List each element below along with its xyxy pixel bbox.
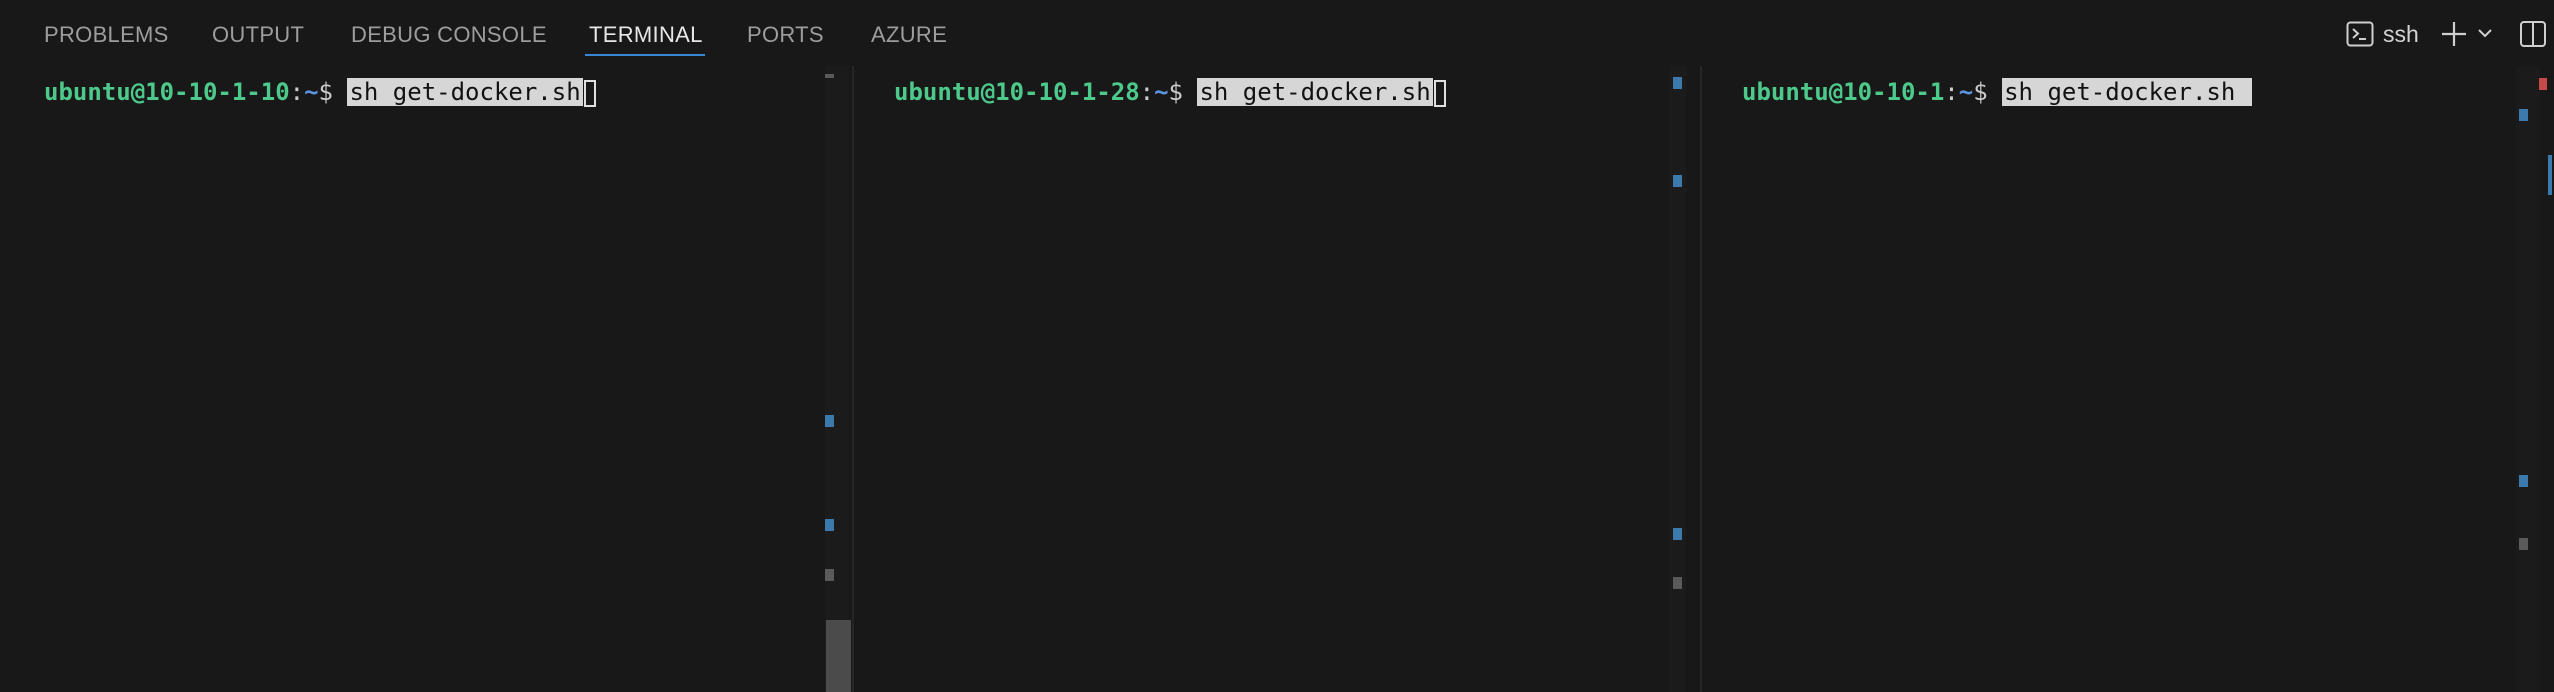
terminal-2-overview-mark xyxy=(1673,77,1682,89)
terminal-2-scrollbar[interactable] xyxy=(1670,66,1686,692)
tab-ports[interactable]: PORTS xyxy=(747,20,824,50)
tab-problems[interactable]: PROBLEMS xyxy=(44,20,169,50)
terminal-2-command[interactable]: sh get-docker.sh xyxy=(1197,78,1433,106)
terminal-3-overview-mark xyxy=(2519,109,2528,121)
terminal-2-user-host: ubuntu@10-10-1-28 xyxy=(894,78,1140,106)
terminal-1-user-host: ubuntu@10-10-1-10 xyxy=(44,78,290,106)
terminal-2-overview-mark xyxy=(1673,577,1682,589)
terminal-3-dollar: $ xyxy=(1973,78,2003,106)
terminal-1-command[interactable]: sh get-docker.sh xyxy=(347,78,583,106)
terminal-icon[interactable] xyxy=(2346,20,2374,48)
terminal-2-path: ~ xyxy=(1154,78,1169,106)
terminal-3-colon: : xyxy=(1944,78,1959,106)
tab-debug-console[interactable]: DEBUG CONSOLE xyxy=(351,20,547,50)
terminal-2-dollar: $ xyxy=(1168,78,1198,106)
tab-terminal[interactable]: TERMINAL xyxy=(589,20,703,50)
terminal-1-overview-mark xyxy=(825,569,834,581)
terminal-3-overview-mark xyxy=(2519,475,2528,487)
terminal-3-user-host: ubuntu@10-10-1 xyxy=(1742,78,1945,106)
terminal-1-scroll-thumb[interactable] xyxy=(826,620,851,692)
terminal-1-cursor xyxy=(583,79,596,107)
terminal-1-overview-mark xyxy=(825,519,834,531)
terminal-1-path: ~ xyxy=(304,78,319,106)
chevron-down-icon[interactable] xyxy=(2477,26,2493,40)
terminal-3-command[interactable]: sh get-docker.sh xyxy=(2002,78,2252,106)
terminal-3-overview-mark xyxy=(2519,538,2528,550)
terminal-1-overview-mark xyxy=(825,415,834,427)
active-tab-indicator xyxy=(585,54,705,56)
terminal-pane-1[interactable] xyxy=(0,66,850,692)
terminal-1-scrollbar[interactable] xyxy=(825,66,849,692)
tab-output[interactable]: OUTPUT xyxy=(212,20,304,50)
terminal-2-cursor xyxy=(1433,79,1446,107)
terminal-3-scrollbar[interactable] xyxy=(2516,66,2540,692)
terminal-2-prompt: ubuntu@10-10-1-28:~$ sh get-docker.sh xyxy=(894,76,1446,108)
terminal-pane-2[interactable] xyxy=(854,66,1700,692)
terminal-1-colon: : xyxy=(289,78,305,106)
terminal-profile-label[interactable]: ssh xyxy=(2383,19,2419,49)
panel-tab-bar: PROBLEMS OUTPUT DEBUG CONSOLE TERMINAL P… xyxy=(0,0,2554,66)
terminal-3-error-mark xyxy=(2539,78,2547,90)
plus-icon[interactable] xyxy=(2440,20,2468,48)
terminal-1-prompt: ubuntu@10-10-1-10:~$ sh get-docker.sh xyxy=(44,76,596,108)
terminal-3-path: ~ xyxy=(1958,78,1974,106)
terminal-2-overview-mark xyxy=(1673,528,1682,540)
terminal-pane-3[interactable] xyxy=(1702,66,2554,692)
terminal-3-overview-mark xyxy=(2548,155,2552,195)
terminal-2-colon: : xyxy=(1139,78,1155,106)
tab-azure[interactable]: AZURE xyxy=(871,20,947,50)
terminal-1-overview-mark xyxy=(825,74,834,78)
terminal-2-overview-mark xyxy=(1673,175,1682,187)
split-panel-icon[interactable] xyxy=(2519,20,2547,48)
terminal-3-prompt: ubuntu@10-10-1:~$ sh get-docker.sh xyxy=(1742,76,2252,108)
terminal-1-dollar: $ xyxy=(318,78,348,106)
